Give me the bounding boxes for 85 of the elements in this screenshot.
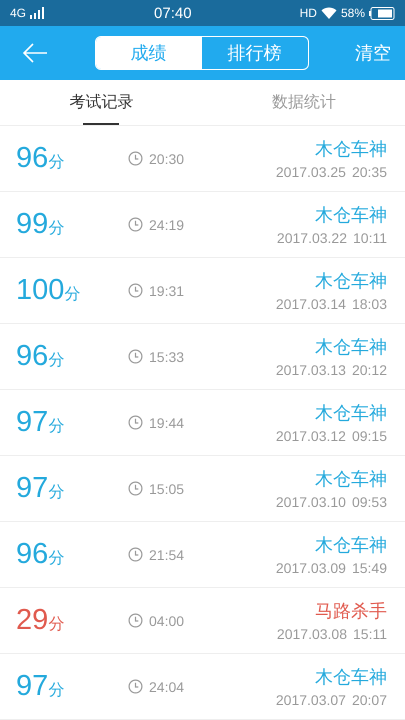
record-date: 2017.03.12 xyxy=(276,428,346,444)
duration: 21:54 xyxy=(149,546,184,562)
wifi-icon xyxy=(320,7,337,19)
duration: 20:30 xyxy=(149,150,184,166)
record-row[interactable]: 97分 19:44 木仓车神 2017.03.12 09:15 xyxy=(0,390,405,456)
score-unit: 分 xyxy=(48,219,64,239)
segment-tab[interactable]: 排行榜 xyxy=(202,37,308,69)
duration: 19:31 xyxy=(149,282,184,298)
segment-tab[interactable]: 成绩 xyxy=(96,37,202,69)
duration: 15:05 xyxy=(149,480,184,496)
record-date: 2017.03.22 xyxy=(276,230,347,246)
clock-icon xyxy=(128,481,143,496)
clock-icon xyxy=(128,217,143,232)
record-date: 2017.03.14 xyxy=(276,296,346,312)
score-value: 100 xyxy=(16,274,64,307)
clock-icon xyxy=(128,151,143,166)
score-unit: 分 xyxy=(48,681,64,701)
battery-icon xyxy=(369,6,395,20)
result-title: 木仓车神 xyxy=(315,204,387,227)
result-title: 木仓车神 xyxy=(315,666,387,689)
score-value: 96 xyxy=(16,340,48,373)
score-value: 97 xyxy=(16,406,48,439)
result-title: 木仓车神 xyxy=(315,534,387,557)
record-time: 18:03 xyxy=(352,296,387,312)
score-value: 99 xyxy=(16,208,48,241)
clock-icon xyxy=(128,415,143,430)
duration: 15:33 xyxy=(149,348,184,364)
record-time: 20:35 xyxy=(352,164,387,180)
duration: 24:19 xyxy=(149,216,184,232)
score-unit: 分 xyxy=(64,285,80,305)
score-unit: 分 xyxy=(48,351,64,371)
record-date: 2017.03.13 xyxy=(276,362,346,378)
clock-icon xyxy=(128,283,143,298)
record-time: 15:11 xyxy=(353,626,387,642)
record-date: 2017.03.10 xyxy=(276,494,346,510)
score-value: 96 xyxy=(16,142,48,175)
record-row[interactable]: 29分 04:00 马路杀手 2017.03.08 15:11 xyxy=(0,588,405,654)
result-title: 木仓车神 xyxy=(315,468,387,491)
score-value: 97 xyxy=(16,670,48,703)
result-title: 马路杀手 xyxy=(315,600,387,623)
record-date: 2017.03.09 xyxy=(276,560,346,576)
score-unit: 分 xyxy=(48,153,64,173)
record-time: 20:07 xyxy=(352,692,387,708)
clock-icon xyxy=(128,349,143,364)
score-value: 96 xyxy=(16,538,48,571)
record-row[interactable]: 100分 19:31 木仓车神 2017.03.14 18:03 xyxy=(0,258,405,324)
record-time: 15:49 xyxy=(352,560,387,576)
record-time: 10:11 xyxy=(353,230,387,246)
record-row[interactable]: 96分 15:33 木仓车神 2017.03.13 20:12 xyxy=(0,324,405,390)
hd-indicator: HD xyxy=(300,6,317,20)
clear-button[interactable]: 清空 xyxy=(355,41,391,65)
score-unit: 分 xyxy=(48,483,64,503)
signal-icon xyxy=(30,7,46,19)
record-time: 09:53 xyxy=(352,494,387,510)
clock-icon xyxy=(128,547,143,562)
result-title: 木仓车神 xyxy=(315,270,387,293)
record-date: 2017.03.08 xyxy=(276,626,347,642)
record-date: 2017.03.25 xyxy=(276,164,346,180)
record-row[interactable]: 96分 21:54 木仓车神 2017.03.09 15:49 xyxy=(0,522,405,588)
battery-percent: 58% xyxy=(340,6,365,20)
score-value: 97 xyxy=(16,472,48,505)
duration: 24:04 xyxy=(149,678,184,694)
record-row[interactable]: 96分 20:30 木仓车神 2017.03.25 20:35 xyxy=(0,126,405,192)
tab[interactable]: 数据统计 xyxy=(202,80,405,125)
back-arrow-icon[interactable] xyxy=(22,43,48,63)
network-type: 4G xyxy=(10,6,26,20)
record-row[interactable]: 99分 24:19 木仓车神 2017.03.22 10:11 xyxy=(0,192,405,258)
record-time: 20:12 xyxy=(352,362,387,378)
clock-icon xyxy=(128,613,143,628)
record-date: 2017.03.07 xyxy=(276,692,346,708)
score-unit: 分 xyxy=(48,549,64,569)
result-title: 木仓车神 xyxy=(315,402,387,425)
score-unit: 分 xyxy=(48,417,64,437)
record-row[interactable]: 97分 15:05 木仓车神 2017.03.10 09:53 xyxy=(0,456,405,522)
result-title: 木仓车神 xyxy=(315,336,387,359)
result-title: 木仓车神 xyxy=(315,138,387,161)
clock: 07:40 xyxy=(154,4,192,22)
score-value: 29 xyxy=(16,604,48,637)
record-row[interactable]: 97分 24:04 木仓车神 2017.03.07 20:07 xyxy=(0,654,405,720)
score-unit: 分 xyxy=(48,615,64,635)
duration: 19:44 xyxy=(149,414,184,430)
tab[interactable]: 考试记录 xyxy=(0,80,202,125)
record-time: 09:15 xyxy=(352,428,387,444)
clock-icon xyxy=(128,679,143,694)
duration: 04:00 xyxy=(149,612,184,628)
